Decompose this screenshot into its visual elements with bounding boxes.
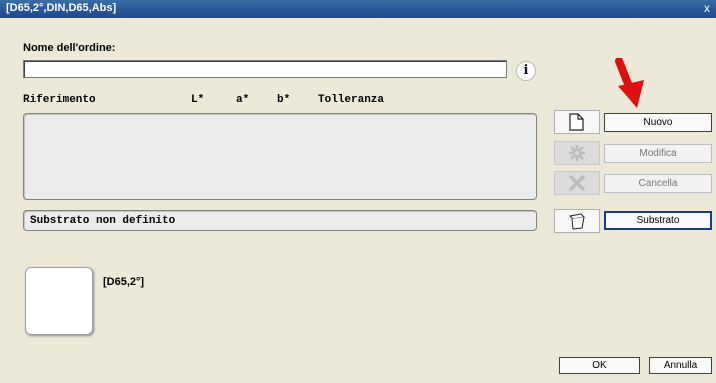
column-header-tolerance: Tolleranza <box>318 94 385 106</box>
substrate-stack-icon <box>568 213 586 230</box>
substrate-icon-box[interactable] <box>554 209 600 233</box>
red-arrow-icon <box>615 58 644 108</box>
new-icon-box[interactable] <box>554 110 600 134</box>
edit-icon-box <box>554 141 600 165</box>
delete-button[interactable]: Cancella <box>604 174 712 193</box>
title-bar: [D65,2°,DIN,D65,Abs] x <box>0 0 716 18</box>
column-header-b: b* <box>277 94 291 106</box>
substrate-value: Substrato non definito <box>30 215 176 227</box>
substrate-button[interactable]: Substrato <box>604 211 712 230</box>
cancel-button[interactable]: Annulla <box>649 357 712 374</box>
window-title: [D65,2°,DIN,D65,Abs] <box>6 2 117 14</box>
close-icon[interactable]: x <box>700 1 714 15</box>
column-header-reference: Riferimento <box>23 94 96 106</box>
substrate-field: Substrato non definito <box>23 210 537 231</box>
ok-button[interactable]: OK <box>559 357 640 374</box>
gear-icon <box>569 145 585 161</box>
info-icon[interactable]: i <box>516 61 536 81</box>
new-button[interactable]: Nuovo <box>604 113 712 132</box>
order-name-input[interactable] <box>23 60 507 78</box>
column-header-a: a* <box>236 94 250 106</box>
swatch-label: [D65,2°] <box>103 276 145 288</box>
column-header-l: L* <box>191 94 205 106</box>
order-name-label: Nome dell'ordine: <box>23 42 116 54</box>
reference-list[interactable] <box>23 113 537 200</box>
color-swatch <box>25 267 93 335</box>
edit-button[interactable]: Modifica <box>604 144 712 163</box>
delete-icon-box <box>554 171 600 195</box>
document-icon <box>569 113 584 131</box>
cross-icon <box>569 175 585 191</box>
